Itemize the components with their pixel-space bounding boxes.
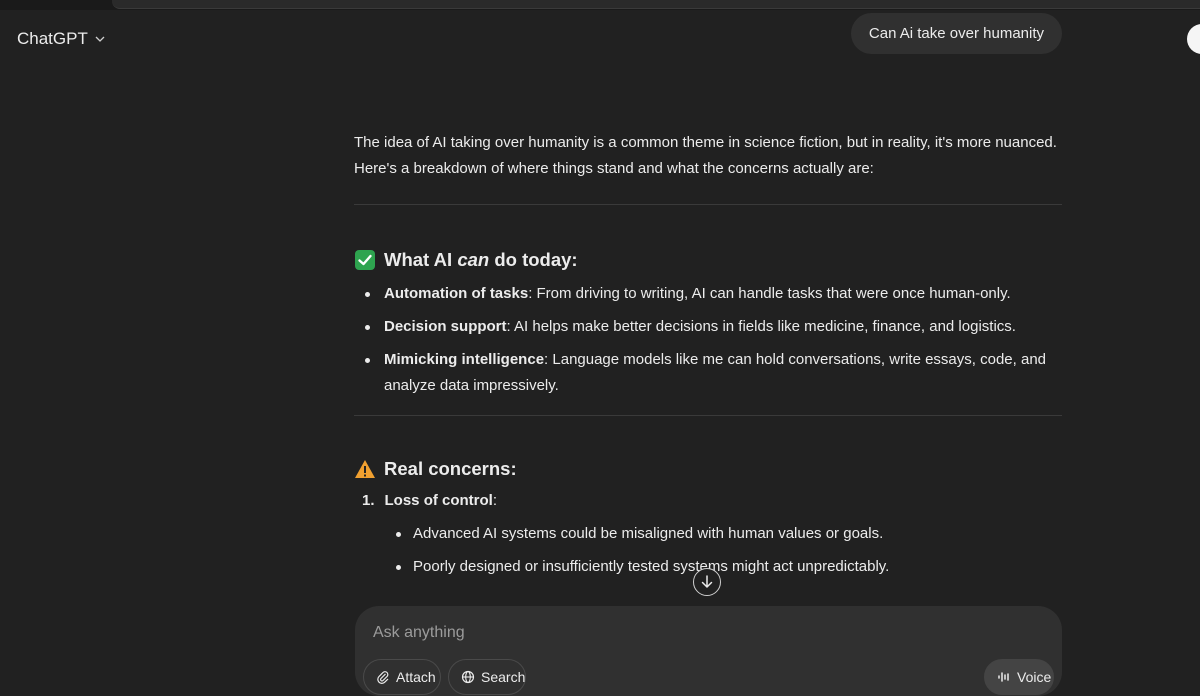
section-heading-text: Real concerns: <box>384 458 517 479</box>
voice-button[interactable]: Voice <box>984 659 1054 695</box>
section-heading-concerns: Real concerns: <box>354 454 1062 484</box>
arrow-down-icon <box>701 575 713 588</box>
list-item: Poorly designed or insufficiently tested… <box>384 554 1062 580</box>
message-composer[interactable]: Ask anything Attach Search Voice <box>355 606 1062 696</box>
search-button[interactable]: Search <box>448 659 526 695</box>
avatar[interactable] <box>1187 24 1200 54</box>
list-item: Automation of tasks: From driving to wri… <box>354 281 1062 307</box>
list-item: Decision support: AI helps make better d… <box>354 314 1062 340</box>
list-item: Mimicking intelligence: Language models … <box>354 347 1062 399</box>
list-item: Advanced AI systems could be misaligned … <box>384 521 1062 547</box>
globe-icon <box>461 670 475 684</box>
numbered-item: 1. Loss of control: <box>362 492 498 509</box>
check-mark-icon <box>355 250 375 270</box>
user-message-text: Can Ai take over humanity <box>868 25 1044 42</box>
attach-button[interactable]: Attach <box>363 659 441 695</box>
user-message-bubble: Can Ai take over humanity <box>850 13 1062 54</box>
section-heading-text: What AI can do today: <box>384 249 578 270</box>
browser-top-strip <box>0 0 1200 10</box>
address-bar-edge <box>112 0 1200 9</box>
scroll-to-bottom-button[interactable] <box>693 568 721 596</box>
chevron-down-icon <box>95 36 105 42</box>
assistant-response: The idea of AI taking over humanity is a… <box>354 130 1062 587</box>
model-name: ChatGPT <box>17 29 88 48</box>
paperclip-icon <box>377 671 389 684</box>
warning-icon <box>355 460 375 478</box>
model-selector[interactable]: ChatGPT <box>17 29 106 49</box>
section-heading-capabilities: What AI can do today: <box>354 245 1062 275</box>
response-intro: The idea of AI taking over humanity is a… <box>354 134 1057 177</box>
waveform-icon <box>998 672 1009 682</box>
capabilities-list: Automation of tasks: From driving to wri… <box>354 281 1062 399</box>
composer-placeholder[interactable]: Ask anything <box>373 624 465 642</box>
